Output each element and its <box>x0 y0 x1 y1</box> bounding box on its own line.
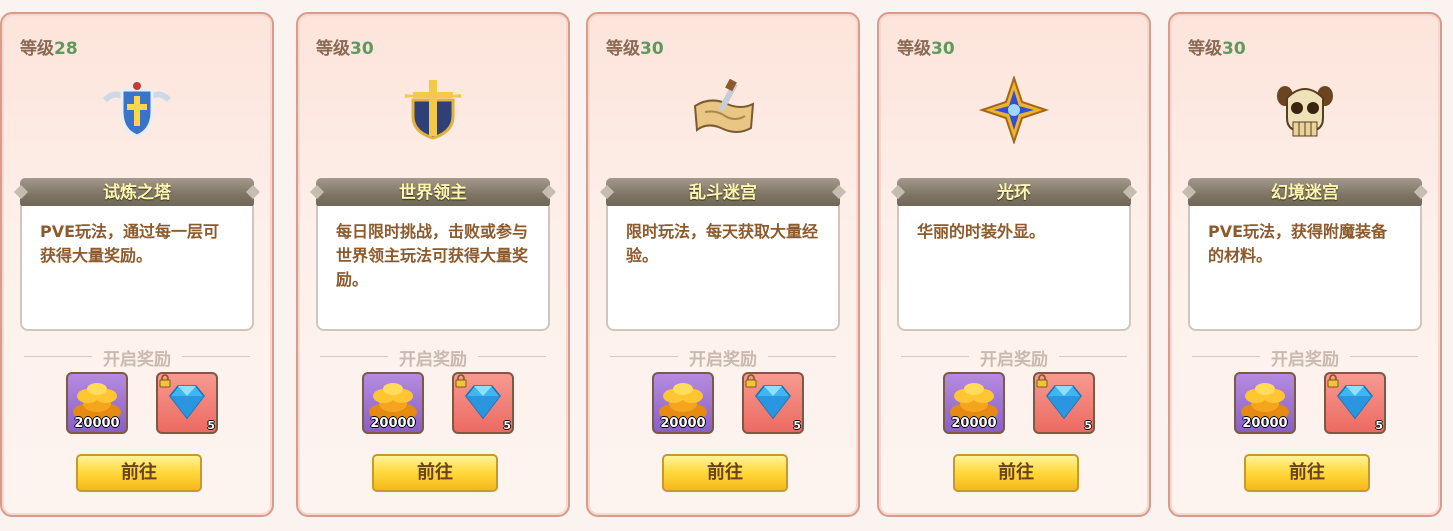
level-label: 等级 <box>20 39 54 59</box>
gem-lock-count: 5 <box>793 419 801 432</box>
level-requirement: 等级30 <box>316 34 374 59</box>
activity-description: 华丽的时装外显。 <box>897 206 1131 331</box>
sword-emblem-icon <box>391 76 475 144</box>
reward-heading: 开启奖励 <box>689 350 757 370</box>
go-button[interactable]: 前往 <box>1244 454 1370 492</box>
diamond-reward-slot[interactable]: 5 <box>1324 372 1386 434</box>
activity-title: 乱斗迷宫 <box>606 178 840 208</box>
diamond-reward-slot[interactable]: 5 <box>742 372 804 434</box>
gold-amount: 20000 <box>951 416 997 431</box>
lock-icon <box>159 374 171 388</box>
gold-reward-slot[interactable]: 20000 <box>66 372 128 434</box>
lock-icon <box>1327 374 1339 388</box>
gold-amount: 20000 <box>660 416 706 431</box>
go-button[interactable]: 前往 <box>662 454 788 492</box>
reward-heading: 开启奖励 <box>980 350 1048 370</box>
activity-card-5: 等级30 幻境迷宫 PVE玩法，获得附魔装备的材料。 开启奖励 20000 5 … <box>1168 12 1442 517</box>
diamond-reward-slot[interactable]: 5 <box>452 372 514 434</box>
reward-heading: 开启奖励 <box>103 350 171 370</box>
level-value: 30 <box>1222 39 1246 59</box>
lock-icon <box>1036 374 1048 388</box>
activity-description: PVE玩法，获得附魔装备的材料。 <box>1188 206 1422 331</box>
diamond-reward-slot[interactable]: 5 <box>156 372 218 434</box>
level-requirement: 等级30 <box>897 34 955 59</box>
map-sword-icon <box>681 76 765 144</box>
diamond-reward-slot[interactable]: 5 <box>1033 372 1095 434</box>
gem-lock-count: 5 <box>503 419 511 432</box>
activity-description: PVE玩法，通过每一层可获得大量奖励。 <box>20 206 254 331</box>
star-halo-icon <box>972 74 1056 146</box>
activity-title: 试炼之塔 <box>20 178 254 208</box>
reward-heading: 开启奖励 <box>1271 350 1339 370</box>
gold-amount: 20000 <box>1242 416 1288 431</box>
activity-card-1: 等级28 试炼之塔 PVE玩法，通过每一层可获得大量奖励。 开启奖励 20000 <box>0 12 274 517</box>
gem-lock-count: 5 <box>1084 419 1092 432</box>
level-requirement: 等级30 <box>606 34 664 59</box>
gold-reward-slot[interactable]: 20000 <box>943 372 1005 434</box>
level-requirement: 等级28 <box>20 34 78 59</box>
gold-reward-slot[interactable]: 20000 <box>1234 372 1296 434</box>
level-label: 等级 <box>316 39 350 59</box>
gold-reward-slot[interactable]: 20000 <box>652 372 714 434</box>
reward-heading: 开启奖励 <box>399 350 467 370</box>
activity-card-4: 等级30 光环 华丽的时装外显。 开启奖励 20000 5 前往 <box>877 12 1151 517</box>
level-requirement: 等级30 <box>1188 34 1246 59</box>
gem-lock-count: 5 <box>207 419 215 432</box>
lock-icon <box>455 374 467 388</box>
activity-card-3: 等级30 乱斗迷宫 限时玩法，每天获取大量经验。 开启奖励 20000 5 前往 <box>586 12 860 517</box>
activity-title: 世界领主 <box>316 178 550 208</box>
level-label: 等级 <box>1188 39 1222 59</box>
shield-cross-icon <box>95 76 179 144</box>
level-label: 等级 <box>897 39 931 59</box>
level-value: 28 <box>54 39 78 59</box>
skull-icon <box>1263 76 1347 144</box>
go-button[interactable]: 前往 <box>76 454 202 492</box>
gold-amount: 20000 <box>74 416 120 431</box>
activity-title: 光环 <box>897 178 1131 208</box>
gold-reward-slot[interactable]: 20000 <box>362 372 424 434</box>
gem-lock-count: 5 <box>1375 419 1383 432</box>
gold-amount: 20000 <box>370 416 416 431</box>
lock-icon <box>745 374 757 388</box>
activity-card-2: 等级30 世界领主 每日限时挑战，击败或参与世界领主玩法可获得大量奖励。 开启奖… <box>296 12 570 517</box>
activity-description: 限时玩法，每天获取大量经验。 <box>606 206 840 331</box>
activity-description: 每日限时挑战，击败或参与世界领主玩法可获得大量奖励。 <box>316 206 550 331</box>
activity-title: 幻境迷宫 <box>1188 178 1422 208</box>
go-button[interactable]: 前往 <box>372 454 498 492</box>
level-value: 30 <box>931 39 955 59</box>
go-button[interactable]: 前往 <box>953 454 1079 492</box>
level-value: 30 <box>350 39 374 59</box>
level-value: 30 <box>640 39 664 59</box>
level-label: 等级 <box>606 39 640 59</box>
